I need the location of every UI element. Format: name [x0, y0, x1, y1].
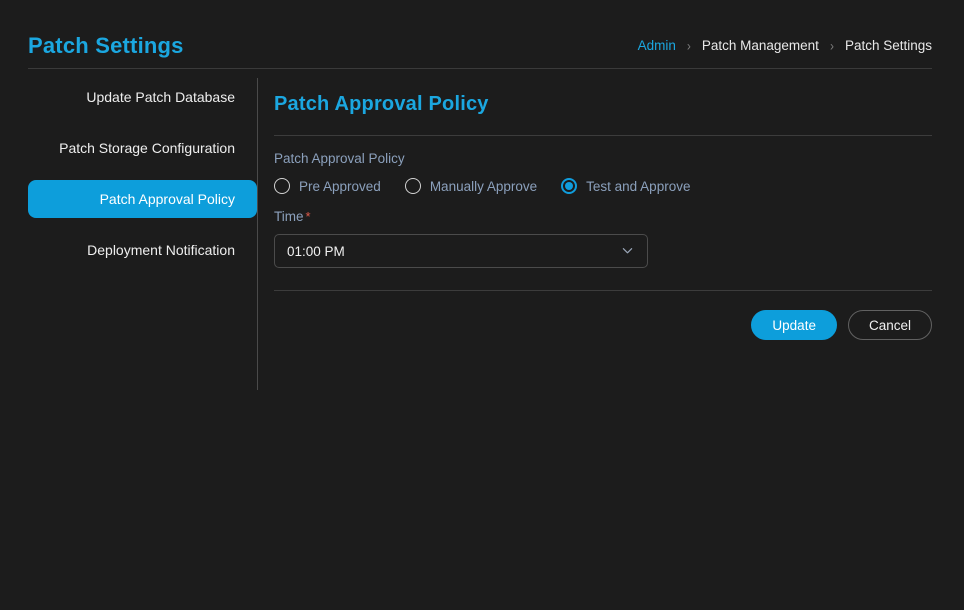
section-divider-top [274, 135, 932, 136]
sidebar-item-update-patch-database[interactable]: Update Patch Database [28, 78, 257, 116]
breadcrumb-item-admin[interactable]: Admin [638, 38, 676, 53]
breadcrumb: Admin › Patch Management › Patch Setting… [638, 38, 932, 53]
sidebar-item-patch-approval-policy[interactable]: Patch Approval Policy [28, 180, 257, 218]
policy-field-label: Patch Approval Policy [274, 151, 932, 166]
radio-indicator[interactable] [274, 178, 290, 194]
sidebar-item-patch-storage-configuration[interactable]: Patch Storage Configuration [28, 129, 257, 167]
radio-label: Pre Approved [299, 179, 381, 194]
sidebar-divider [257, 78, 258, 390]
settings-content: Patch Approval Policy Patch Approval Pol… [274, 78, 932, 340]
breadcrumb-item-patch-settings: Patch Settings [845, 38, 932, 53]
radio-indicator[interactable] [405, 178, 421, 194]
form-actions: Update Cancel [274, 310, 932, 340]
radio-label: Manually Approve [430, 179, 537, 194]
radio-option-test-and-approve[interactable]: Test and Approve [561, 178, 690, 194]
sidebar-item-deployment-notification[interactable]: Deployment Notification [28, 231, 257, 269]
time-select-value: 01:00 PM [287, 244, 345, 259]
header-divider [28, 68, 932, 69]
radio-indicator-selected[interactable] [561, 178, 577, 194]
chevron-right-icon: › [687, 37, 691, 53]
section-title: Patch Approval Policy [274, 93, 932, 116]
settings-sidebar: Update Patch Database Patch Storage Conf… [0, 78, 257, 269]
time-label-text: Time [274, 209, 304, 224]
sidebar-item-label: Deployment Notification [87, 242, 235, 258]
section-divider-bottom [274, 290, 932, 291]
time-field-label: Time* [274, 209, 932, 224]
cancel-button[interactable]: Cancel [848, 310, 932, 340]
radio-label: Test and Approve [586, 179, 690, 194]
chevron-down-icon [622, 245, 633, 256]
sidebar-item-label: Patch Approval Policy [100, 191, 235, 207]
breadcrumb-item-patch-management[interactable]: Patch Management [702, 38, 819, 53]
policy-radio-group: Pre Approved Manually Approve Test and A… [274, 178, 932, 194]
chevron-right-icon: › [830, 37, 834, 53]
sidebar-item-label: Update Patch Database [86, 89, 235, 105]
time-select[interactable]: 01:00 PM [274, 234, 648, 268]
radio-option-pre-approved[interactable]: Pre Approved [274, 178, 381, 194]
page-header: Patch Settings Admin › Patch Management … [0, 0, 964, 68]
patch-settings-page: Patch Settings Admin › Patch Management … [0, 0, 964, 610]
radio-option-manually-approve[interactable]: Manually Approve [405, 178, 537, 194]
update-button[interactable]: Update [751, 310, 837, 340]
required-asterisk: * [306, 209, 311, 224]
sidebar-item-label: Patch Storage Configuration [59, 140, 235, 156]
page-title: Patch Settings [28, 33, 184, 59]
